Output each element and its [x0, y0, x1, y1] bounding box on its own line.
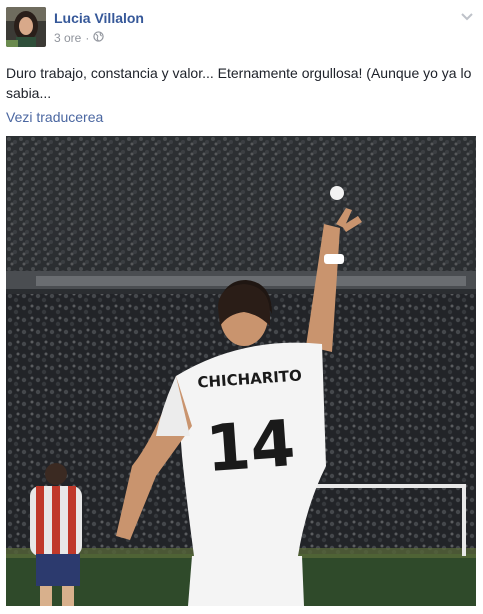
chevron-down-icon[interactable] [459, 8, 475, 24]
stadium-photo: CHICHARITO 14 [6, 136, 476, 606]
post-meta: 3 ore · [54, 31, 105, 45]
author-name[interactable]: Lucia Villalon [54, 10, 144, 26]
post-text: Duro trabajo, constancia y valor... Eter… [6, 65, 472, 101]
meta-separator: · [85, 31, 90, 45]
post-photo[interactable]: CHICHARITO 14 [6, 136, 476, 606]
globe-icon[interactable] [93, 31, 105, 45]
author-avatar[interactable] [6, 7, 46, 47]
see-translation-link[interactable]: Vezi traducerea [6, 109, 103, 125]
avatar-image [6, 7, 46, 47]
jersey-number: 14 [204, 407, 298, 487]
facebook-post: Lucia Villalon 3 ore · Duro trabajo, con… [0, 0, 483, 614]
post-timestamp[interactable]: 3 ore [54, 31, 81, 45]
